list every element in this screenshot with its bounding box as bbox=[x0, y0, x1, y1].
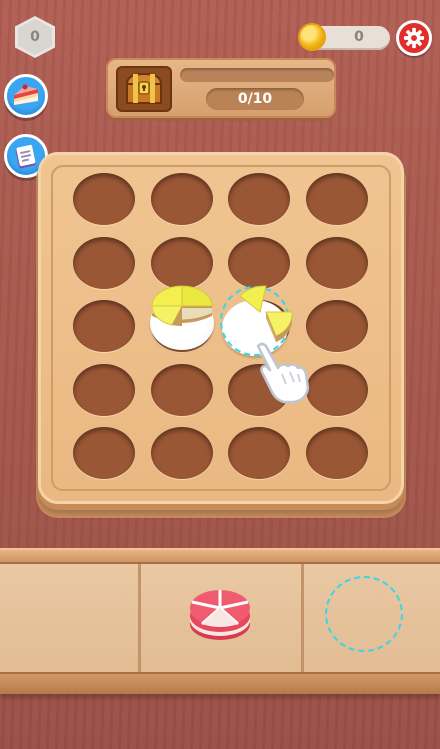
gear-icon bbox=[403, 27, 425, 49]
level-count: 0 bbox=[30, 29, 40, 45]
strawberry-cake-piece[interactable] bbox=[186, 586, 254, 644]
board-slot[interactable] bbox=[305, 300, 368, 352]
pointing-glove-icon bbox=[256, 342, 310, 404]
tray-rail-bottom bbox=[0, 672, 440, 694]
tray-slot-1[interactable] bbox=[0, 564, 138, 672]
treasure-chest-icon bbox=[125, 72, 163, 104]
goal-progress-count: 0/10 bbox=[206, 88, 304, 110]
board-slot[interactable] bbox=[305, 427, 368, 479]
board-slot[interactable] bbox=[73, 363, 135, 416]
board-slot[interactable] bbox=[73, 300, 135, 352]
recipe-book-icon bbox=[15, 144, 36, 169]
held-lemon-cake-piece[interactable] bbox=[236, 282, 298, 346]
board-slot[interactable] bbox=[305, 363, 368, 416]
tray-drop-target[interactable] bbox=[325, 576, 403, 652]
coin-counter: 0 bbox=[298, 23, 390, 51]
settings-button[interactable] bbox=[396, 20, 432, 56]
board-slot[interactable] bbox=[228, 173, 290, 225]
lemon-cake-piece[interactable] bbox=[148, 282, 216, 340]
board-slot[interactable] bbox=[73, 173, 135, 225]
tray-rail-top bbox=[0, 548, 440, 564]
goal-panel: 0/10 bbox=[106, 58, 336, 118]
coin-icon bbox=[298, 23, 326, 51]
cake-slice-icon bbox=[14, 84, 38, 105]
cake-collection-button[interactable] bbox=[4, 74, 48, 118]
coin-count: 0 bbox=[354, 29, 364, 45]
board-slot[interactable] bbox=[305, 236, 368, 289]
board-slot[interactable] bbox=[150, 363, 213, 416]
board-slot[interactable] bbox=[228, 427, 290, 479]
board-slot[interactable] bbox=[73, 236, 135, 289]
board-slot[interactable] bbox=[150, 173, 213, 225]
chest-frame[interactable] bbox=[116, 66, 172, 112]
board-slot[interactable] bbox=[228, 236, 290, 289]
goal-progress-bar bbox=[180, 68, 334, 82]
level-badge: 0 bbox=[15, 16, 55, 58]
board-slot[interactable] bbox=[150, 427, 213, 479]
board-slot[interactable] bbox=[73, 427, 135, 479]
board-slot[interactable] bbox=[305, 173, 368, 225]
board-slot[interactable] bbox=[150, 236, 213, 289]
